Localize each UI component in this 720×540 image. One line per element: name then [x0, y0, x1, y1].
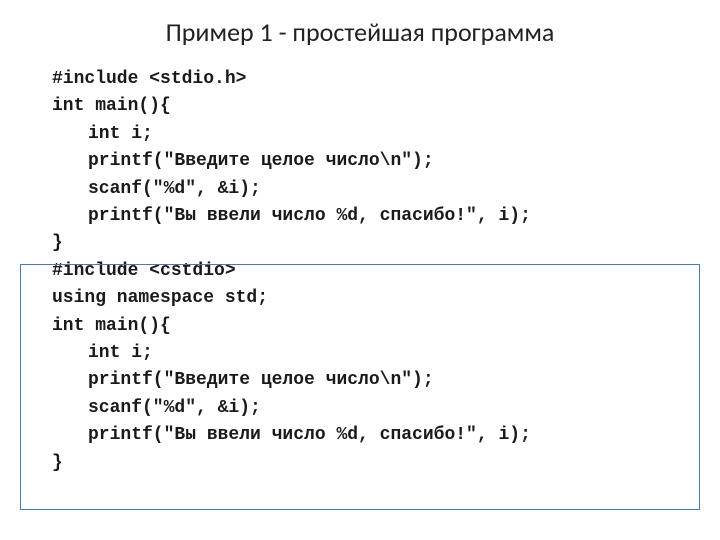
page-title: Пример 1 - простейшая программа	[28, 16, 692, 48]
code-block-c: #include <stdio.h> int main(){ int i; pr…	[28, 66, 692, 258]
highlight-box	[20, 264, 700, 510]
code-line: scanf("%d", &i);	[52, 176, 692, 203]
slide: Пример 1 - простейшая программа #include…	[0, 0, 720, 540]
code-line: printf("Введите целое число\n");	[52, 148, 692, 175]
code-line: int main(){	[52, 93, 692, 120]
code-line: printf("Вы ввели число %d, спасибо!", i)…	[52, 203, 692, 230]
code-line: }	[52, 230, 692, 257]
code-line: #include <stdio.h>	[52, 66, 692, 93]
code-line: int i;	[52, 121, 692, 148]
